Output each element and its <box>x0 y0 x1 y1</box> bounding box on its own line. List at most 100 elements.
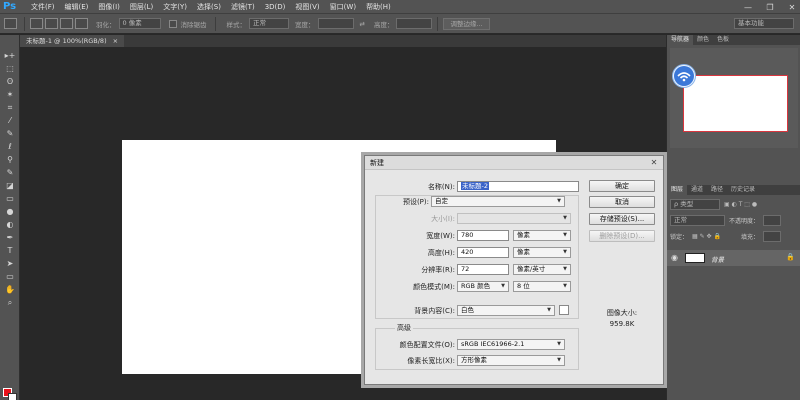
new-document-dialog: 新建 ✕ 名称(N): 未标题-2 预设(P): 自定 ▼ 大小(I): ▼ 宽度… <box>364 155 664 385</box>
menu-item[interactable]: 图像(I) <box>93 0 125 14</box>
width-input[interactable]: 780 <box>457 230 509 241</box>
color-profile-select[interactable]: sRGB IEC61966-2.1 ▼ <box>457 339 565 350</box>
tool-icon[interactable]: ➤ <box>0 257 20 270</box>
blend-row: 正常 不透明度： <box>670 215 798 226</box>
navigator-tab[interactable]: 颜色 <box>693 35 713 45</box>
document-tab-label: 未标题-1 @ 100%(RGB/8) <box>26 37 107 45</box>
lock-row: 锁定： ▦ ✎ ✥ 🔒 填充： <box>670 231 798 242</box>
style-select[interactable]: 正常 <box>249 18 289 29</box>
navigator-tab[interactable]: 导航器 <box>667 35 694 45</box>
height-unit-select[interactable]: 像素 ▼ <box>513 247 571 258</box>
pixel-aspect-select[interactable]: 方形像素 ▼ <box>457 355 565 366</box>
dialog-title-bar: 新建 ✕ <box>365 156 663 170</box>
document-tab[interactable]: 未标题-1 @ 100%(RGB/8) × <box>20 35 125 47</box>
subtract-selection-icon[interactable] <box>60 18 73 29</box>
background-color-swatch[interactable] <box>8 393 17 400</box>
opacity-input[interactable] <box>763 215 782 226</box>
tool-icon[interactable]: ● <box>0 205 20 218</box>
tool-icon[interactable]: ▭ <box>0 192 20 205</box>
fill-input[interactable] <box>762 231 781 242</box>
swap-icon[interactable]: ⇄ <box>360 20 365 28</box>
close-button[interactable]: ✕ <box>786 3 798 12</box>
close-tab-icon[interactable]: × <box>113 35 118 47</box>
name-input[interactable]: 未标题-2 <box>457 181 579 192</box>
resolution-unit-select[interactable]: 像素/英寸 ▼ <box>513 264 571 275</box>
tool-list: ▸+ ⬚ ʘ ✶ ⌗ ⁄ ✎ ℓ ⚲ ✎ ◪ ▭ ● ◐ ✒ T ➤ ▭ ✋ ⌕ <box>0 35 19 309</box>
lock-icons[interactable]: ▦ ✎ ✥ 🔒 <box>692 233 721 240</box>
menu-item[interactable]: 选择(S) <box>192 0 226 14</box>
layers-tab[interactable]: 历史记录 <box>727 185 759 195</box>
layer-lock-icon: 🔒 <box>786 253 795 261</box>
menu-item[interactable]: 窗口(W) <box>325 0 361 14</box>
menu-items: 文件(F) 编辑(E) 图像(I) 图层(L) 文字(Y) 选择(S) 滤镜(T) 3D(D)… <box>26 0 396 14</box>
new-selection-icon[interactable] <box>30 18 43 29</box>
tool-icon[interactable]: ✒ <box>0 231 20 244</box>
refine-edge-button[interactable]: 调整边缘... <box>443 17 490 30</box>
background-color-chip[interactable] <box>559 305 569 315</box>
feather-label: 羽化： <box>96 20 116 29</box>
layers-tab[interactable]: 路径 <box>707 185 727 195</box>
save-preset-button[interactable]: 存储预设(S)... <box>589 213 655 225</box>
tool-icon[interactable]: ⌕ <box>0 296 20 309</box>
tool-icon[interactable]: ʘ <box>0 75 20 88</box>
menu-item[interactable]: 编辑(E) <box>60 0 94 14</box>
navigator-tab[interactable]: 色板 <box>713 35 733 45</box>
dialog-close-icon[interactable]: ✕ <box>649 158 659 168</box>
tool-icon[interactable]: ⌗ <box>0 101 20 114</box>
background-contents-select[interactable]: 白色 ▼ <box>457 305 555 316</box>
width-input[interactable] <box>317 18 354 29</box>
feather-input[interactable]: 0 像素 <box>118 18 161 29</box>
layer-row[interactable]: ◉ 背景 🔒 <box>667 250 800 266</box>
right-panel: 导航器 颜色 色板 图层 通道 路径 历史记录 ρ 类型 ▣ ◐ T ⬚ ● 正常 不透明… <box>666 35 800 400</box>
layers-tab[interactable]: 通道 <box>687 185 707 195</box>
tool-icon[interactable]: ⬚ <box>0 62 20 75</box>
tool-icon[interactable]: ⁄ <box>0 114 20 127</box>
add-selection-icon[interactable] <box>45 18 58 29</box>
antialias-checkbox[interactable] <box>168 19 177 28</box>
layers-tab[interactable]: 图层 <box>667 185 688 195</box>
preset-select[interactable]: 自定 ▼ <box>431 196 565 207</box>
minimize-button[interactable]: — <box>742 3 754 12</box>
tool-icon[interactable]: ✎ <box>0 166 20 179</box>
resolution-input[interactable]: 72 <box>457 264 509 275</box>
menu-item[interactable]: 文字(Y) <box>158 0 192 14</box>
menu-item[interactable]: 文件(F) <box>26 0 60 14</box>
tool-icon[interactable]: ◐ <box>0 218 20 231</box>
workspace-select[interactable]: 基本功能 <box>734 18 794 29</box>
wifi-logo-icon <box>672 64 696 88</box>
color-mode-select[interactable]: RGB 颜色 ▼ <box>457 281 509 292</box>
tool-icon[interactable]: ℓ <box>0 140 20 153</box>
menu-item[interactable]: 图层(L) <box>125 0 158 14</box>
ok-button[interactable]: 确定 <box>589 180 655 192</box>
tool-icon[interactable]: ✋ <box>0 283 20 296</box>
menu-item[interactable]: 帮助(H) <box>361 0 396 14</box>
size-label: 大小(I): <box>431 215 455 223</box>
menu-item[interactable]: 滤镜(T) <box>226 0 260 14</box>
marquee-tool-icon[interactable] <box>4 18 17 29</box>
menu-item[interactable]: 3D(D) <box>260 0 291 14</box>
filter-icons[interactable]: ▣ ◐ T ⬚ ● <box>724 201 757 208</box>
tool-icon[interactable]: ◪ <box>0 179 20 192</box>
restore-button[interactable]: ❐ <box>764 3 776 12</box>
tool-icon[interactable]: ⚲ <box>0 153 20 166</box>
intersect-selection-icon[interactable] <box>75 18 88 29</box>
tool-icon[interactable]: ▸+ <box>0 49 20 62</box>
color-profile-label: 颜色配置文件(O): <box>399 341 455 349</box>
size-select: ▼ <box>457 213 571 224</box>
width-unit-select[interactable]: 像素 ▼ <box>513 230 571 241</box>
layer-kind-filter[interactable]: ρ 类型 <box>670 199 720 210</box>
navigator-view[interactable] <box>670 48 798 148</box>
tool-icon[interactable]: ▭ <box>0 270 20 283</box>
tool-icon[interactable]: ✎ <box>0 127 20 140</box>
options-bar: 羽化： 0 像素 消除锯齿 样式： 正常 宽度： ⇄ 高度： 调整边缘... 基… <box>0 14 800 34</box>
height-input[interactable] <box>396 18 433 29</box>
height-input[interactable]: 420 <box>457 247 509 258</box>
tool-icon[interactable]: ✶ <box>0 88 20 101</box>
cancel-button[interactable]: 取消 <box>589 196 655 208</box>
bit-depth-select[interactable]: 8 位 ▼ <box>513 281 571 292</box>
menu-item[interactable]: 视图(V) <box>290 0 324 14</box>
visibility-eye-icon[interactable]: ◉ <box>671 253 678 262</box>
tool-icon[interactable]: T <box>0 244 20 257</box>
blend-mode-select[interactable]: 正常 <box>670 215 725 226</box>
chevron-down-icon: ▼ <box>563 283 567 289</box>
